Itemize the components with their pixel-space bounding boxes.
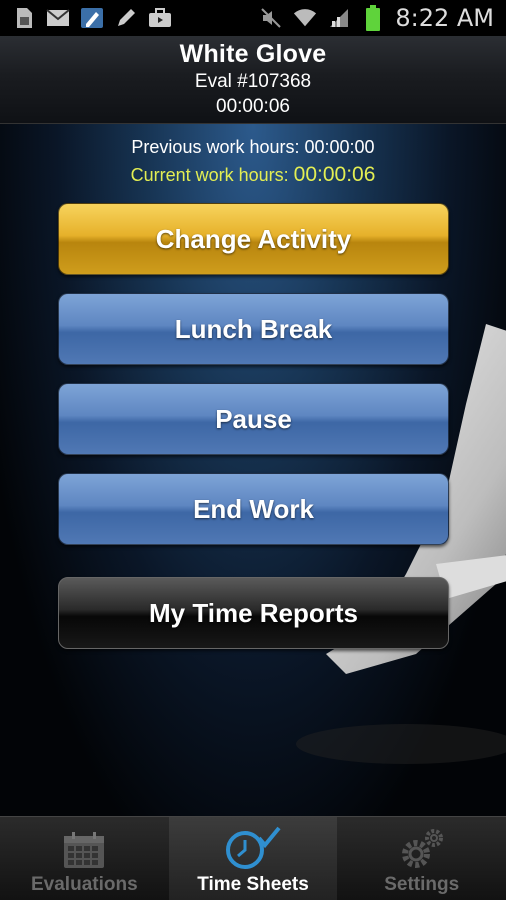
edit-icon [114, 7, 138, 29]
battery-icon [361, 5, 385, 31]
my-time-reports-button[interactable]: My Time Reports [58, 577, 449, 649]
tab-settings[interactable]: Settings [337, 817, 506, 900]
status-time: 8:22 AM [395, 4, 494, 32]
calendar-icon [64, 832, 105, 868]
elapsed-time: 00:00:06 [216, 96, 290, 117]
status-bar: 8:22 AM [0, 0, 506, 36]
end-work-button[interactable]: End Work [58, 473, 449, 545]
current-work-hours: Current work hours: 00:00:06 [0, 161, 506, 189]
tab-time-sheets-label: Time Sheets [197, 874, 309, 895]
current-work-hours-label: Current work hours: [130, 165, 289, 185]
mute-icon [259, 7, 283, 29]
header: White Glove Eval #107368 00:00:06 [0, 36, 506, 124]
eval-number: Eval #107368 [194, 71, 312, 92]
page-title: White Glove [179, 40, 327, 68]
gears-icon [401, 829, 443, 868]
wifi-icon [293, 7, 317, 29]
tab-settings-label: Settings [384, 874, 460, 895]
sim-card-icon [12, 7, 36, 29]
bottom-tab-bar: Evaluations Time Sheets Settings [0, 816, 506, 900]
main-content: Previous work hours: 00:00:00 Current wo… [0, 124, 506, 816]
tab-evaluations[interactable]: Evaluations [0, 817, 169, 900]
briefcase-icon [148, 7, 172, 29]
signal-icon [327, 7, 351, 29]
pause-button[interactable]: Pause [58, 383, 449, 455]
work-hours-panel: Previous work hours: 00:00:00 Current wo… [0, 133, 506, 189]
clock-check-icon [226, 826, 281, 869]
tab-time-sheets[interactable]: Time Sheets [168, 817, 338, 900]
mail-icon [46, 7, 70, 29]
current-work-hours-value: 00:00:06 [293, 163, 376, 186]
previous-work-hours: Previous work hours: 00:00:00 [131, 137, 375, 157]
tab-evaluations-label: Evaluations [31, 874, 138, 895]
lunch-break-button[interactable]: Lunch Break [58, 293, 449, 365]
pen-app-icon [80, 7, 104, 29]
change-activity-button[interactable]: Change Activity [58, 203, 449, 275]
